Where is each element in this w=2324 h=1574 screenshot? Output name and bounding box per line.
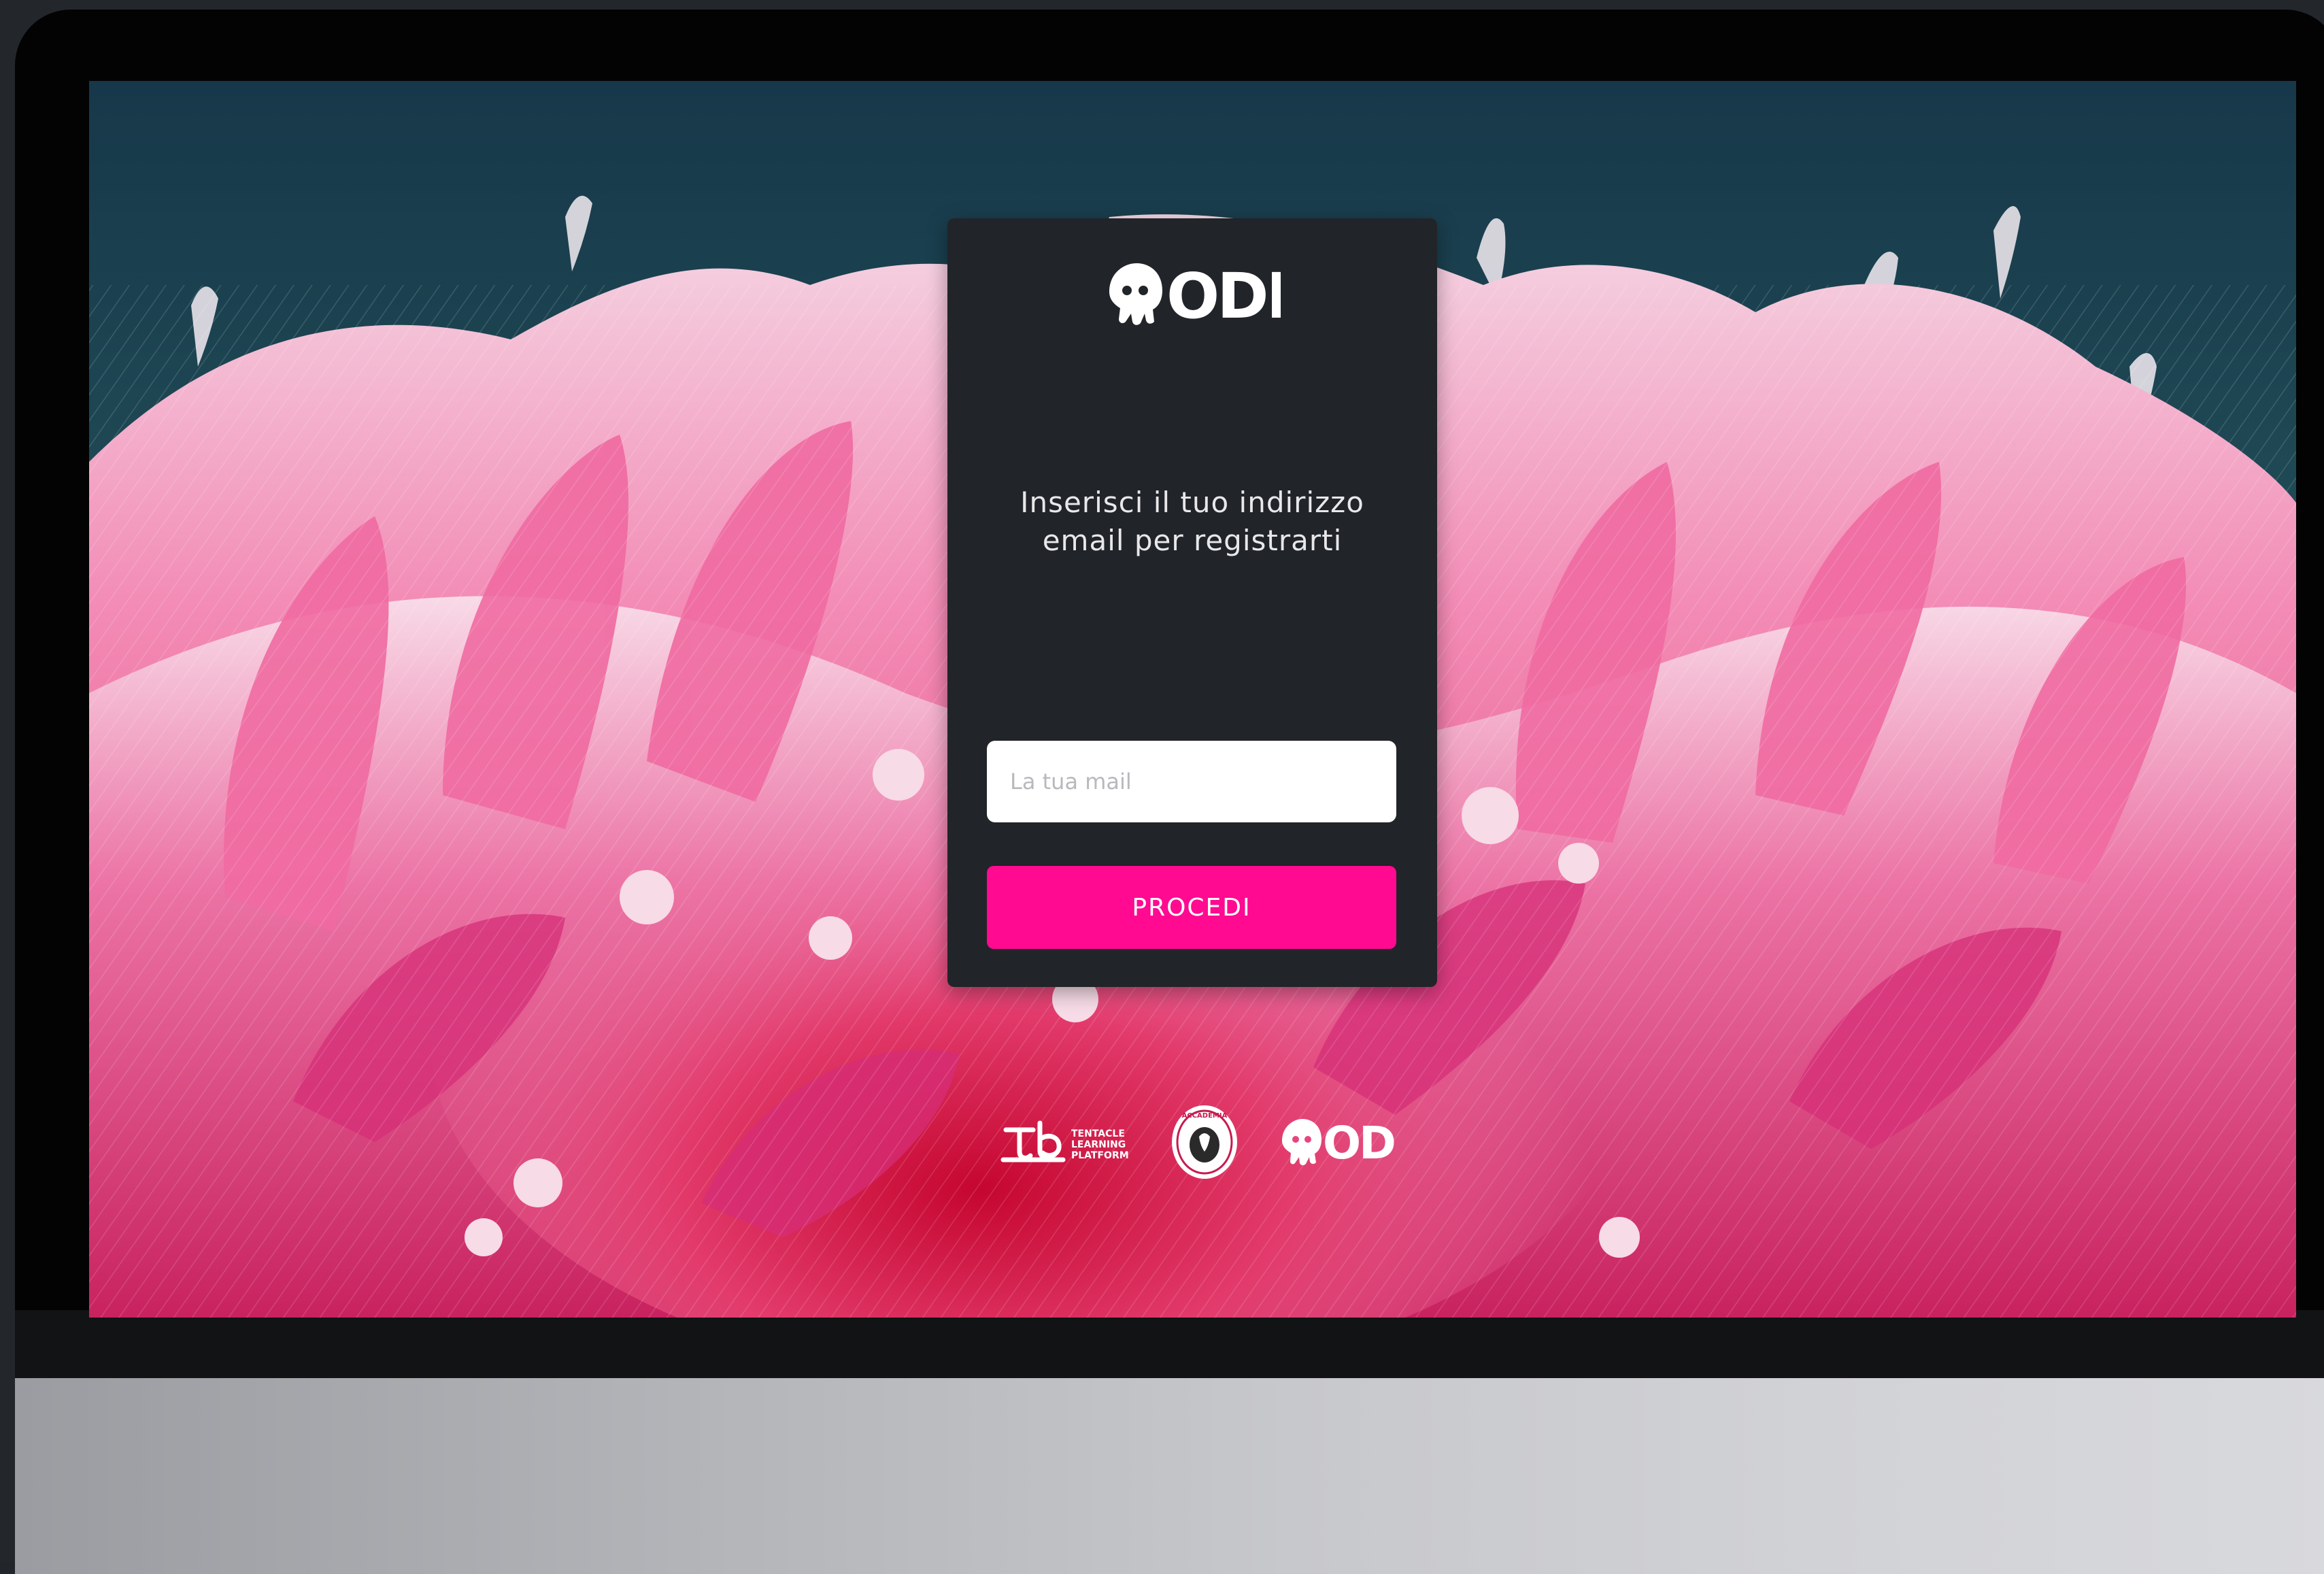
proceed-button[interactable]: PROCEDI — [987, 866, 1396, 949]
signup-prompt-line-1: Inserisci il tuo indirizzo — [1020, 486, 1364, 519]
octopus-icon — [1109, 263, 1162, 325]
seal-text: ACCADEMIA — [1182, 1112, 1228, 1120]
accademia-seal-logo: ACCADEMIA — [1172, 1105, 1237, 1179]
monitor-lower-band — [15, 1310, 2324, 1378]
tlp-line-1: TENTACLE — [1071, 1128, 1125, 1139]
registration-card: ODD Inserisci il tuo indirizzo email per… — [947, 218, 1437, 987]
tlp-line-2: LEARNING — [1071, 1139, 1126, 1150]
monitor-chin — [15, 1378, 2324, 1574]
tlp-line-3: PLATFORM — [1071, 1150, 1129, 1161]
odd-logo: ODD — [1109, 260, 1281, 327]
partner-logos: TENTACLE LEARNING PLATFORM ACCADEMIA OD — [1000, 1094, 1477, 1190]
odd-footer-logo-text: ODD — [1323, 1117, 1395, 1168]
odd-footer-logo: ODD — [1282, 1117, 1395, 1168]
device-frame-scene: ODD Inserisci il tuo indirizzo email per… — [0, 0, 2324, 1574]
odd-logo-text: ODD — [1166, 260, 1281, 327]
signup-prompt: Inserisci il tuo indirizzo email per reg… — [988, 484, 1396, 560]
octopus-icon — [1282, 1119, 1321, 1166]
tentacle-learning-platform-logo: TENTACLE LEARNING PLATFORM — [1000, 1120, 1129, 1162]
email-input[interactable] — [987, 741, 1396, 822]
monitor: ODD Inserisci il tuo indirizzo email per… — [15, 10, 2324, 1574]
screen: ODD Inserisci il tuo indirizzo email per… — [89, 81, 2296, 1318]
signup-prompt-line-2: email per registrarti — [1042, 524, 1343, 557]
